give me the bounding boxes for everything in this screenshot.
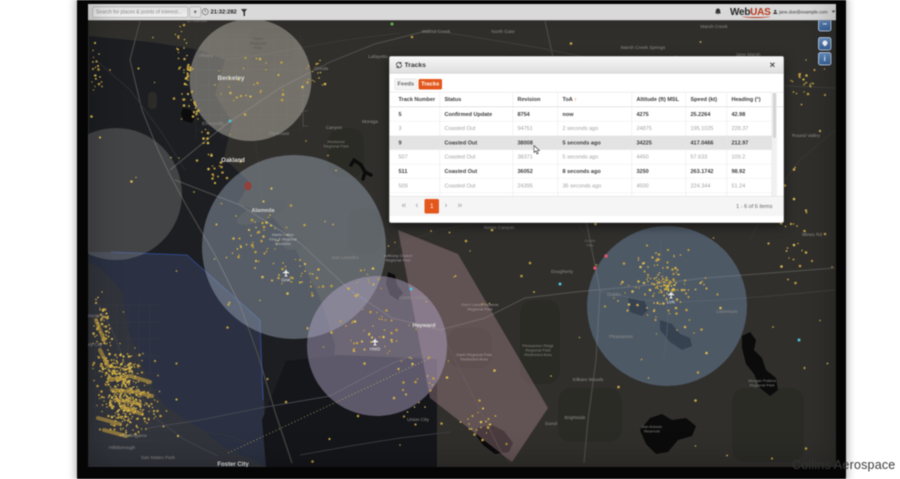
svg-text:California: California: [255, 70, 272, 74]
svg-text:Hills: Hills: [586, 244, 593, 248]
svg-text:Regional Park: Regional Park: [323, 144, 348, 149]
svg-text:Martin Luther: Martin Luther: [272, 233, 295, 237]
svg-text:Walnut Creek: Walnut Creek: [422, 29, 451, 35]
svg-text:Livermore: Livermore: [716, 309, 737, 315]
svg-text:Regional Park: Regional Park: [749, 383, 774, 388]
svg-text:Brightside: Brightside: [564, 415, 585, 421]
svg-text:Round Valley: Round Valley: [792, 133, 821, 139]
svg-text:Foster City: Foster City: [217, 462, 249, 467]
svg-text:Union City: Union City: [407, 417, 430, 423]
svg-text:Regional Park: Regional Park: [385, 258, 410, 263]
svg-text:Regional Park: Regional Park: [467, 307, 492, 312]
svg-text:San Mateo Park: San Mateo Park: [141, 455, 176, 461]
svg-text:OAK: OAK: [281, 278, 291, 283]
svg-text:San Leandro: San Leandro: [331, 255, 359, 261]
svg-text:University of: University of: [253, 65, 275, 69]
svg-text:Restricted Area: Restricted Area: [524, 352, 552, 357]
svg-text:Shoreline: Shoreline: [275, 242, 291, 246]
svg-text:Piedmont: Piedmont: [269, 131, 290, 137]
svg-text:Dublin: Dublin: [585, 239, 596, 243]
svg-text:Lafayette: Lafayette: [368, 54, 388, 60]
svg-text:Kilkare Woods: Kilkare Woods: [573, 377, 604, 383]
svg-text:HWD: HWD: [370, 347, 381, 352]
svg-text:Albany: Albany: [199, 53, 214, 59]
svg-text:LVK: LVK: [667, 300, 675, 305]
svg-text:Dublin: Dublin: [607, 292, 621, 298]
svg-text:Moraga: Moraga: [362, 119, 378, 125]
svg-text:Orinda: Orinda: [314, 66, 329, 72]
svg-text:Daly City: Daly City: [88, 342, 103, 348]
svg-text:Burlingame: Burlingame: [123, 433, 147, 439]
svg-text:Mines Rd: Mines Rd: [802, 232, 822, 238]
svg-text:Pleasanton: Pleasanton: [609, 334, 633, 340]
svg-text:North Gate: North Gate: [491, 29, 515, 35]
svg-text:Reservoir: Reservoir: [644, 430, 661, 434]
svg-text:Castro Valley: Castro Valley: [399, 295, 428, 301]
svg-text:San Antonio: San Antonio: [642, 425, 662, 429]
svg-text:Hayward: Hayward: [413, 323, 436, 329]
svg-text:Canyon: Canyon: [326, 125, 343, 131]
svg-text:Restricted Area: Restricted Area: [460, 357, 488, 362]
svg-text:Bayview: Bayview: [88, 313, 104, 319]
svg-text:Alameda: Alameda: [252, 208, 276, 214]
svg-text:Marsh Creek: Marsh Creek: [700, 24, 728, 30]
svg-text:Marsh Creek Springs: Marsh Creek Springs: [621, 45, 666, 51]
svg-text:Park: Park: [254, 45, 262, 50]
svg-text:Norris Canyon: Norris Canyon: [484, 225, 515, 231]
svg-text:Emeryville: Emeryville: [202, 121, 224, 127]
svg-text:Berkeley: Berkeley: [217, 75, 244, 82]
svg-text:Oakland: Oakland: [221, 158, 245, 164]
svg-text:Dougherty: Dougherty: [551, 269, 574, 275]
svg-text:King Jr Regional: King Jr Regional: [269, 238, 297, 242]
svg-text:Sunol: Sunol: [545, 421, 557, 427]
svg-text:Hillsborough: Hillsborough: [109, 445, 136, 451]
